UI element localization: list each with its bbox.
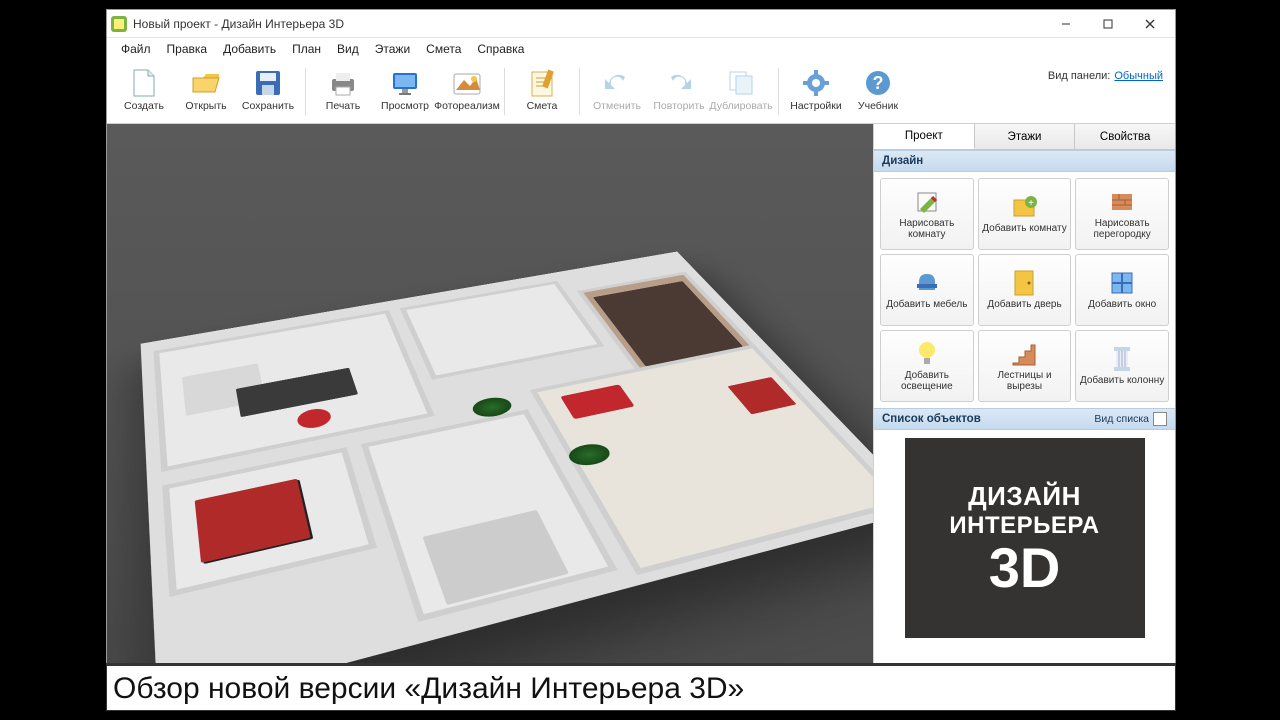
save-button[interactable]: Сохранить	[237, 64, 299, 113]
printer-icon	[327, 67, 359, 99]
create-button[interactable]: Создать	[113, 64, 175, 113]
menu-plan[interactable]: План	[284, 40, 329, 58]
add-window-button[interactable]: Добавить окно	[1075, 254, 1169, 326]
column-icon	[1108, 345, 1136, 373]
caption-text: Обзор новой версии «Дизайн Интерьера 3D»	[106, 665, 1176, 711]
3d-viewport[interactable]	[107, 124, 873, 710]
duplicate-icon	[725, 67, 757, 99]
manual-button[interactable]: ? Учебник	[847, 64, 909, 113]
stairs-icon	[1010, 340, 1038, 368]
menu-view[interactable]: Вид	[329, 40, 367, 58]
settings-button[interactable]: Настройки	[785, 64, 847, 113]
add-lighting-button[interactable]: Добавить освещение	[880, 330, 974, 402]
list-view-control[interactable]: Вид списка	[1094, 412, 1167, 426]
add-furniture-button[interactable]: Добавить мебель	[880, 254, 974, 326]
open-button[interactable]: Открыть	[175, 64, 237, 113]
add-room-icon: +	[1010, 193, 1038, 221]
workarea: Проект Этажи Свойства Дизайн Нарисовать …	[107, 124, 1175, 710]
gear-icon	[800, 67, 832, 99]
monitor-icon	[389, 67, 421, 99]
add-room-button[interactable]: + Добавить комнату	[978, 178, 1072, 250]
floorplan-render	[140, 251, 873, 710]
pencil-room-icon	[913, 188, 941, 216]
window-icon	[1108, 269, 1136, 297]
notepad-icon	[526, 67, 558, 99]
door-icon	[1010, 269, 1038, 297]
app-icon	[111, 16, 127, 32]
objects-panel-header: Список объектов Вид списка	[874, 408, 1175, 430]
menu-estimate[interactable]: Смета	[418, 40, 469, 58]
preview-button[interactable]: Просмотр	[374, 64, 436, 113]
panel-mode-link[interactable]: Обычный	[1114, 70, 1163, 82]
maximize-button[interactable]	[1087, 11, 1129, 37]
draw-room-button[interactable]: Нарисовать комнату	[880, 178, 974, 250]
armchair-icon	[913, 269, 941, 297]
toolbar: Создать Открыть Сохранить Печать Просмот…	[107, 60, 1175, 124]
application-window: Новый проект - Дизайн Интерьера 3D Файл …	[106, 9, 1176, 711]
list-view-toggle-icon	[1153, 412, 1167, 426]
estimate-button[interactable]: Смета	[511, 64, 573, 113]
svg-text:+: +	[1029, 198, 1035, 209]
draw-partition-button[interactable]: Нарисовать перегородку	[1075, 178, 1169, 250]
add-column-button[interactable]: Добавить колонну	[1075, 330, 1169, 402]
tab-properties[interactable]: Свойства	[1075, 124, 1175, 149]
print-button[interactable]: Печать	[312, 64, 374, 113]
sidebar: Проект Этажи Свойства Дизайн Нарисовать …	[873, 124, 1175, 710]
design-tools-grid: Нарисовать комнату + Добавить комнату На…	[874, 172, 1175, 408]
help-icon: ?	[862, 67, 894, 99]
promo-logo: ДИЗАЙН ИНТЕРЬЕРА 3D	[905, 438, 1145, 638]
brick-wall-icon	[1108, 188, 1136, 216]
stairs-cutouts-button[interactable]: Лестницы и вырезы	[978, 330, 1072, 402]
lightbulb-icon	[913, 340, 941, 368]
menu-file[interactable]: Файл	[113, 40, 159, 58]
save-icon	[252, 67, 284, 99]
menu-help[interactable]: Справка	[469, 40, 532, 58]
duplicate-button[interactable]: Дублировать	[710, 64, 772, 113]
folder-open-icon	[190, 67, 222, 99]
menu-add[interactable]: Добавить	[215, 40, 284, 58]
panel-mode-control: Вид панели: Обычный	[1048, 64, 1169, 82]
menu-floors[interactable]: Этажи	[367, 40, 418, 58]
new-file-icon	[128, 67, 160, 99]
add-door-button[interactable]: Добавить дверь	[978, 254, 1072, 326]
menubar: Файл Правка Добавить План Вид Этажи Смет…	[107, 38, 1175, 60]
photorealism-button[interactable]: Фотореализм	[436, 64, 498, 113]
sidebar-tabs: Проект Этажи Свойства	[874, 124, 1175, 150]
menu-edit[interactable]: Правка	[159, 40, 216, 58]
svg-text:?: ?	[873, 73, 884, 93]
redo-button[interactable]: Повторить	[648, 64, 710, 113]
redo-icon	[663, 67, 695, 99]
photo-icon	[451, 67, 483, 99]
undo-icon	[601, 67, 633, 99]
window-title: Новый проект - Дизайн Интерьера 3D	[133, 17, 344, 31]
tab-project[interactable]: Проект	[874, 124, 975, 149]
video-caption-overlay: Обзор новой версии «Дизайн Интерьера 3D»	[106, 663, 1176, 711]
design-panel-header: Дизайн	[874, 150, 1175, 172]
tab-floors[interactable]: Этажи	[975, 124, 1076, 149]
undo-button[interactable]: Отменить	[586, 64, 648, 113]
titlebar: Новый проект - Дизайн Интерьера 3D	[107, 10, 1175, 38]
minimize-button[interactable]	[1045, 11, 1087, 37]
close-button[interactable]	[1129, 11, 1171, 37]
